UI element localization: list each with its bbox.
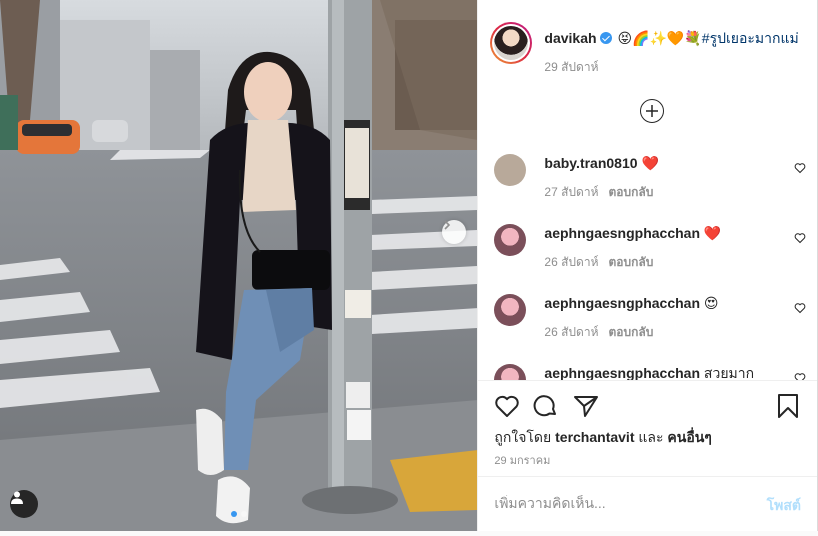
user-icon <box>11 491 23 504</box>
post-side-panel: davikah 😝🌈✨🧡💐#รูปเยอะมากแม่ 29 สัปดาห์ b… <box>477 0 817 531</box>
avatar[interactable] <box>490 22 533 64</box>
comment-username[interactable]: baby.tran0810 <box>544 155 637 171</box>
avatar[interactable] <box>494 224 527 256</box>
reply-button[interactable]: ตอบกลับ <box>609 255 654 269</box>
comment-item: aephngaesngphacchan ❤️ 26 สัปดาห์ ตอบกลับ <box>494 224 806 274</box>
heart-icon[interactable] <box>794 162 806 174</box>
comment-item: aephngaesngphacchan 😍 26 สัปดาห์ ตอบกลับ <box>494 294 806 344</box>
heart-icon[interactable] <box>794 232 806 244</box>
comment-text: 😍 <box>703 295 719 311</box>
carousel-dot <box>240 511 247 517</box>
comment-icon[interactable] <box>533 393 559 419</box>
post-photo[interactable] <box>0 0 478 531</box>
post-comment-button[interactable]: โพสต์ <box>767 495 801 517</box>
post-date[interactable]: 29 มกราคม <box>494 451 550 469</box>
caption-hashtag[interactable]: #รูปเยอะมากแม่ <box>702 30 799 46</box>
avatar[interactable] <box>494 154 527 186</box>
load-more-comments-button[interactable] <box>640 99 665 123</box>
comment-text: สวยมาก <box>703 365 755 381</box>
reply-button[interactable]: ตอบกลับ <box>609 185 654 199</box>
heart-icon[interactable] <box>794 302 806 314</box>
avatar[interactable] <box>494 364 527 380</box>
liked-by-user[interactable]: terchantavit <box>555 429 634 445</box>
comment-text: ❤️ <box>703 225 722 241</box>
comment-composer: โพสต์ <box>478 476 817 531</box>
heart-icon[interactable] <box>794 372 806 381</box>
plus-circle-icon <box>646 105 659 117</box>
street-photo-illustration <box>0 0 478 531</box>
liked-by-others[interactable]: คนอื่นๆ <box>667 429 711 445</box>
comment-text: ❤️ <box>641 155 659 171</box>
avatar[interactable] <box>494 294 527 326</box>
share-icon[interactable] <box>573 393 599 419</box>
comment-item: aephngaesngphacchan สวยมาก <box>494 364 806 381</box>
caption-emoji: 😝🌈✨🧡💐 <box>617 30 702 46</box>
post-modal: davikah 😝🌈✨🧡💐#รูปเยอะมากแม่ 29 สัปดาห์ b… <box>0 0 818 531</box>
likes-prefix: ถูกใจโดย <box>494 429 552 445</box>
carousel-indicator <box>0 511 477 517</box>
comment-username[interactable]: aephngaesngphacchan <box>544 365 700 380</box>
heart-icon[interactable] <box>494 393 520 419</box>
comment-time[interactable]: 26 สัปดาห์ <box>544 325 598 339</box>
bookmark-icon[interactable] <box>775 393 801 419</box>
comment-time[interactable]: 26 สัปดาห์ <box>544 255 598 269</box>
carousel-dot <box>230 511 237 517</box>
comment-time[interactable]: 27 สัปดาห์ <box>544 185 598 199</box>
likes-conj: และ <box>638 429 664 445</box>
post-actions <box>494 393 804 419</box>
chevron-right-icon <box>444 220 451 230</box>
author-username[interactable]: davikah <box>544 30 596 46</box>
next-slide-button[interactable] <box>442 220 466 244</box>
likes-summary: ถูกใจโดย terchantavit และ คนอื่นๆ <box>494 427 711 449</box>
caption-time[interactable]: 29 สัปดาห์ <box>544 58 804 76</box>
comments-list[interactable]: davikah 😝🌈✨🧡💐#รูปเยอะมากแม่ 29 สัปดาห์ b… <box>478 0 817 381</box>
reply-button[interactable]: ตอบกลับ <box>609 325 654 339</box>
comment-username[interactable]: aephngaesngphacchan <box>544 225 700 241</box>
comment-username[interactable]: aephngaesngphacchan <box>544 295 700 311</box>
comment-input[interactable] <box>494 495 745 511</box>
verified-badge-icon <box>599 32 612 44</box>
comment-item: baby.tran0810 ❤️ 27 สัปดาห์ ตอบกลับ <box>494 154 806 204</box>
